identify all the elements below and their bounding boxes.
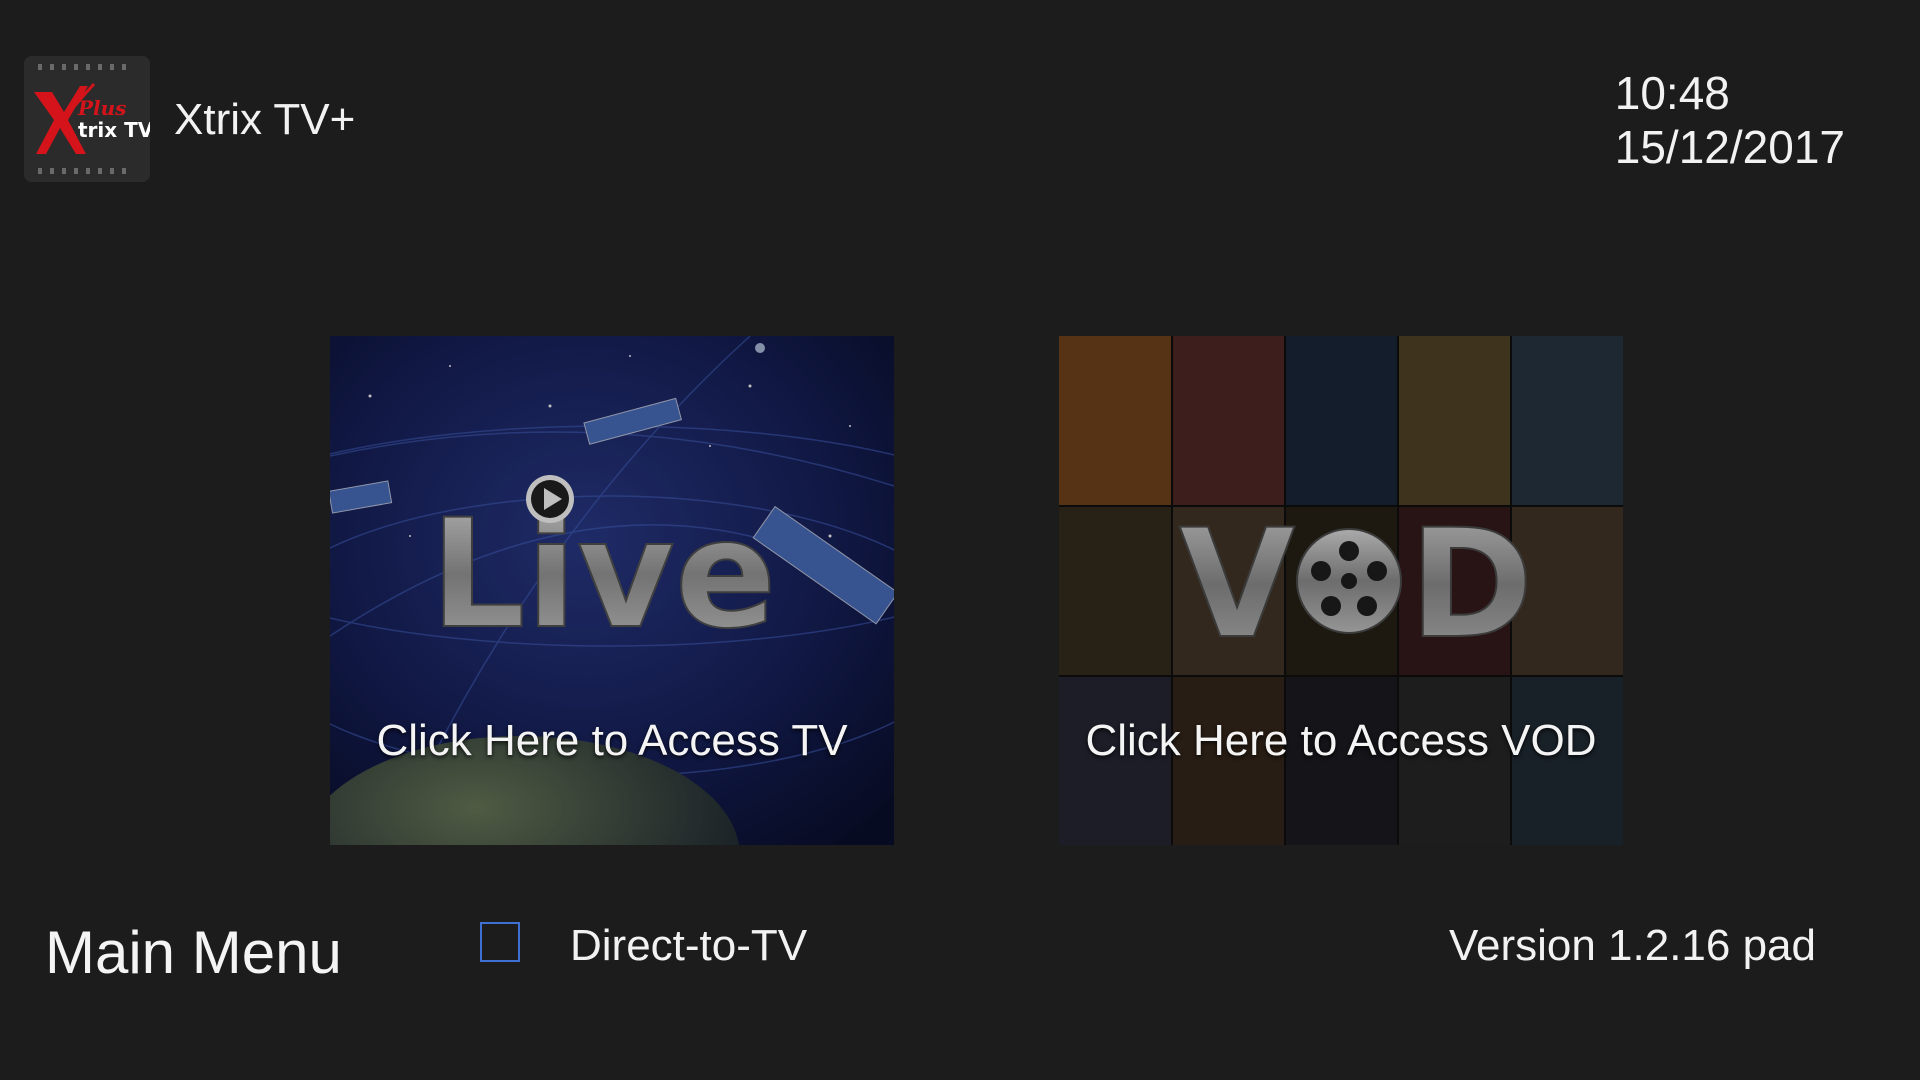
direct-to-tv-checkbox[interactable]: [480, 922, 520, 962]
logo-main-text: trix TV: [78, 118, 150, 142]
live-tv-caption: Click Here to Access TV: [376, 716, 848, 765]
vod-poster-collage-icon: V D: [1059, 336, 1623, 845]
live-tv-artwork-icon: Live: [330, 336, 894, 845]
vod-tile[interactable]: V D Click Here to Access VOD: [1059, 336, 1623, 845]
version-label: Version 1.2.16 pad: [1449, 921, 1816, 970]
clock-date: 15/12/2017: [1614, 121, 1845, 173]
page-title: Main Menu: [45, 919, 342, 986]
clock: 10:48 15/12/2017: [1615, 66, 1845, 174]
app-logo: Plus trix TV: [24, 56, 150, 182]
logo-plus-text: Plus: [78, 96, 127, 120]
live-tv-tile[interactable]: Live Click Here to Access TV: [330, 336, 894, 845]
app-title: Xtrix TV+: [174, 95, 356, 144]
vod-caption: Click Here to Access VOD: [1085, 716, 1597, 765]
direct-to-tv-label[interactable]: Direct-to-TV: [570, 918, 807, 974]
main-menu-screen: Plus trix TV Xtrix TV+ 10:48 15/12/2017: [0, 0, 1920, 1080]
clock-time: 10:48: [1614, 67, 1730, 119]
